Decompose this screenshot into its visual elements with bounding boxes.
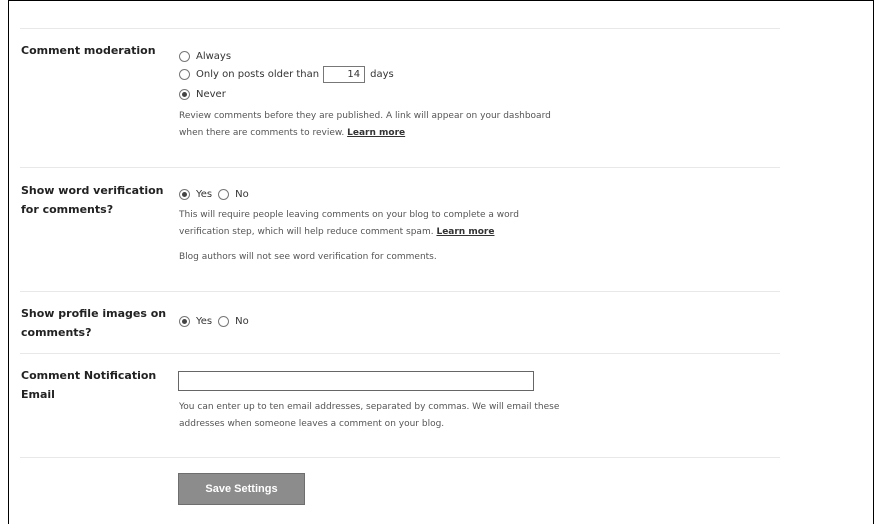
moderation-older-label: Only on posts older than	[196, 68, 320, 80]
notification-email-label-line2: Email	[21, 388, 55, 401]
divider	[20, 353, 780, 354]
moderation-learn-more-link[interactable]: Learn more	[347, 128, 405, 138]
profile-images-no-label: No	[235, 315, 249, 327]
divider	[20, 167, 780, 168]
word-verification-yes-radio[interactable]	[179, 188, 190, 200]
days-label: days	[370, 68, 394, 80]
word-verification-learn-more-link[interactable]: Learn more	[436, 227, 494, 237]
comment-moderation-label: Comment moderation	[21, 44, 156, 57]
profile-images-no-radio[interactable]	[218, 315, 230, 327]
notification-email-label: Comment Notification Email	[21, 366, 156, 404]
word-verification-no-radio[interactable]	[218, 188, 230, 200]
moderation-older-option[interactable]: Only on posts older than days	[179, 65, 394, 83]
word-verification-options: Yes No	[179, 187, 249, 201]
moderation-always-label: Always	[196, 50, 232, 62]
profile-images-label-line1: Show profile images on	[21, 307, 167, 320]
moderation-never-radio[interactable]	[179, 88, 190, 100]
moderation-always-option[interactable]: Always	[179, 49, 231, 63]
moderation-description: Review comments before they are publishe…	[179, 108, 569, 142]
divider	[20, 28, 780, 29]
profile-images-options: Yes No	[179, 314, 249, 328]
profile-images-label-line2: comments?	[21, 326, 92, 339]
profile-images-yes-radio[interactable]	[179, 315, 190, 327]
save-settings-button[interactable]: Save Settings	[178, 473, 305, 505]
notification-email-description: You can enter up to ten email addresses,…	[179, 402, 560, 429]
word-verification-label: Show word verification for comments?	[21, 181, 164, 219]
divider	[20, 457, 780, 458]
moderation-never-option[interactable]: Never	[179, 87, 226, 101]
moderation-never-label: Never	[196, 88, 226, 100]
profile-images-label: Show profile images on comments?	[21, 304, 166, 342]
moderation-older-radio[interactable]	[179, 68, 190, 80]
word-verification-note: Blog authors will not see word verificat…	[179, 252, 437, 262]
word-verification-label-line1: Show word verification	[21, 184, 164, 197]
word-verification-description: This will require people leaving comment…	[179, 207, 569, 241]
days-input[interactable]	[323, 65, 366, 83]
notification-email-label-line1: Comment Notification	[21, 369, 157, 382]
moderation-always-radio[interactable]	[179, 50, 190, 62]
divider	[20, 291, 780, 292]
profile-images-yes-label: Yes	[196, 315, 213, 327]
word-verification-no-label: No	[235, 188, 249, 200]
word-verification-label-line2: for comments?	[21, 203, 114, 216]
word-verification-yes-label: Yes	[196, 188, 213, 200]
notification-email-input[interactable]	[178, 371, 534, 391]
